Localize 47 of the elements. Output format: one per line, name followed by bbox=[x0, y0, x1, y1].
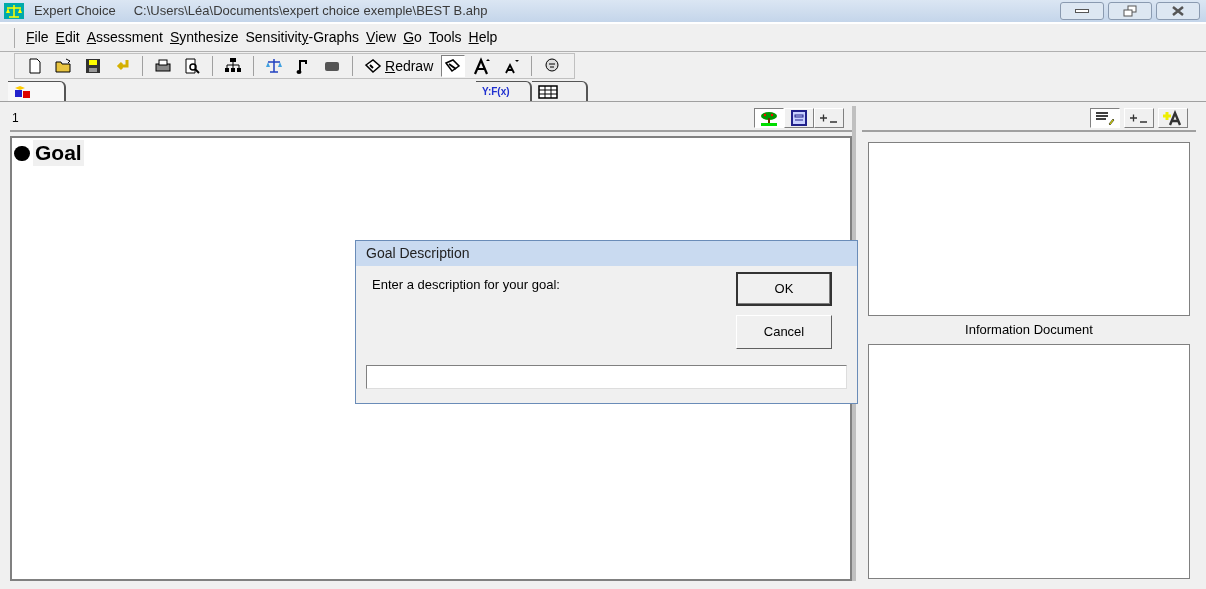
window-frame-icon bbox=[788, 110, 810, 126]
menu-item[interactable]: Tools bbox=[428, 27, 462, 48]
menu-item[interactable]: Go bbox=[403, 27, 422, 48]
node-bullet-icon bbox=[14, 145, 30, 161]
panel-label: Information Document bbox=[964, 321, 1094, 339]
menu-item[interactable]: Sensitivity-Graphs bbox=[245, 27, 360, 48]
dialog-prompt: Enter a description for your goal: bbox=[372, 276, 561, 294]
blank-page-icon bbox=[26, 57, 44, 75]
redraw-button[interactable]: Redraw bbox=[361, 55, 437, 77]
menu-item[interactable]: View bbox=[366, 27, 397, 48]
table-grid-icon bbox=[538, 84, 558, 99]
dialog-button[interactable]: Cancel bbox=[736, 315, 832, 349]
tab[interactable] bbox=[532, 81, 588, 101]
goal-node[interactable]: Goal bbox=[33, 140, 84, 166]
dialog-button[interactable]: OK bbox=[736, 272, 832, 306]
minimize-icon bbox=[1075, 9, 1089, 13]
menu-item[interactable]: Assessment bbox=[86, 27, 163, 48]
printer-icon bbox=[154, 57, 172, 75]
hierarchy-icon bbox=[224, 57, 242, 75]
file-path: C:\Users\Léa\Documents\expert choice exemple\BEST B.ahp bbox=[133, 2, 488, 21]
minimize-button[interactable] bbox=[1060, 2, 1104, 20]
pencil-shape-icon bbox=[444, 57, 463, 75]
toolbar-button[interactable] bbox=[441, 55, 466, 77]
magnifier-page-icon bbox=[183, 57, 201, 75]
plus-letter-icon bbox=[1162, 110, 1184, 126]
scale-app-icon bbox=[4, 3, 24, 19]
description-input[interactable] bbox=[366, 365, 847, 389]
tab[interactable]: Y:F(x) bbox=[476, 81, 532, 101]
menu-item[interactable]: Edit bbox=[55, 27, 80, 48]
menu-item[interactable]: File bbox=[26, 27, 49, 48]
menu-item[interactable]: Synthesize bbox=[170, 27, 239, 48]
pencil-shape-icon bbox=[364, 57, 382, 75]
level-number: 1 bbox=[11, 110, 19, 127]
font-grow-icon bbox=[473, 57, 492, 75]
folder-icon bbox=[55, 57, 73, 75]
lines-pencil-icon bbox=[1094, 110, 1116, 126]
window-title: Expert Choice bbox=[34, 2, 116, 21]
menu-item[interactable]: Help bbox=[468, 27, 498, 48]
close-button[interactable] bbox=[1156, 2, 1200, 20]
tab[interactable] bbox=[8, 81, 66, 101]
dialog-title: Goal Description bbox=[366, 244, 470, 263]
close-icon bbox=[1171, 6, 1185, 16]
restore-icon bbox=[1123, 5, 1137, 17]
font-shrink-icon bbox=[502, 57, 521, 75]
tree-icon bbox=[758, 110, 780, 126]
pane-toolbar-button[interactable] bbox=[1090, 108, 1120, 128]
balance-scale-icon bbox=[265, 57, 283, 75]
